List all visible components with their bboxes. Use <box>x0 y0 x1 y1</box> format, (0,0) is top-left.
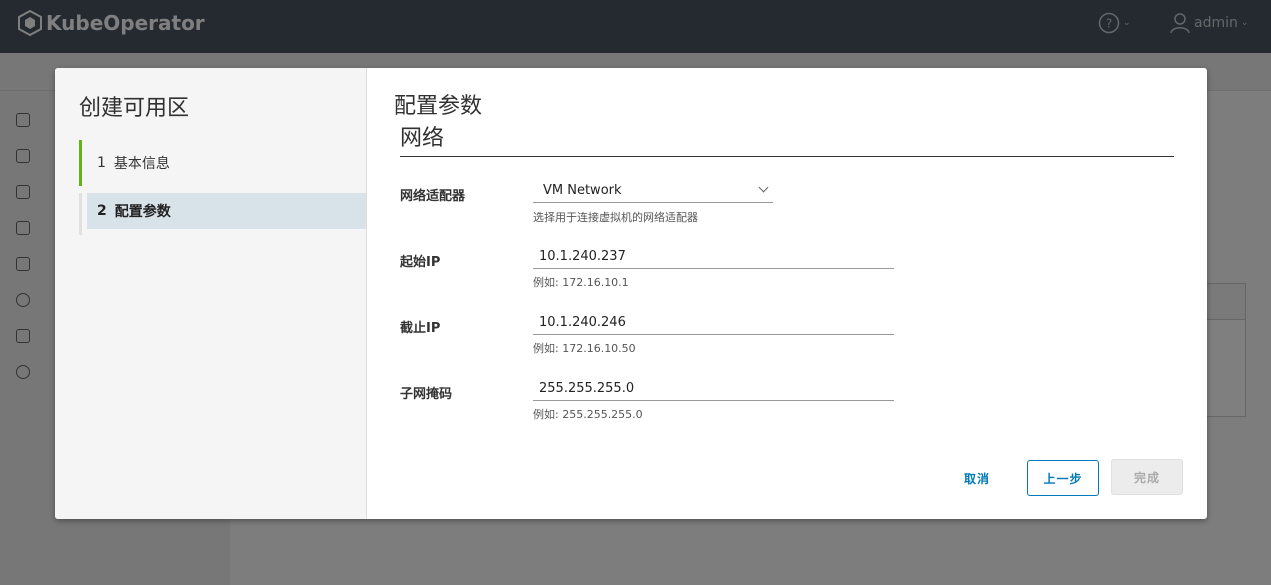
step-label: 配置参数 <box>114 204 171 220</box>
netmask-label: 子网掩码 <box>400 387 453 402</box>
step-label: 基本信息 <box>113 156 170 172</box>
page-title: 配置参数 <box>394 94 483 119</box>
start-ip-helper: 例如: 172.16.10.1 <box>533 276 629 289</box>
step-number: 2 <box>97 203 107 219</box>
chevron-down-icon <box>758 182 769 193</box>
end-ip-label: 截止IP <box>400 321 441 336</box>
select-value: VM Network <box>543 183 622 198</box>
wizard-stepnav: 创建可用区 1 基本信息 2 配置参数 <box>55 68 367 519</box>
netmask-input[interactable]: 255.255.255.0 <box>533 375 894 401</box>
netmask-helper: 例如: 255.255.255.0 <box>533 408 643 421</box>
adapter-helper: 选择用于连接虚拟机的网络适配器 <box>533 211 698 224</box>
start-ip-input[interactable]: 10.1.240.237 <box>533 243 894 269</box>
adapter-label: 网络适配器 <box>400 189 466 204</box>
step-number: 1 <box>97 155 106 171</box>
network-adapter-select[interactable]: VM Network <box>533 177 773 203</box>
end-ip-input[interactable]: 10.1.240.246 <box>533 309 894 335</box>
start-ip-label: 起始IP <box>400 255 441 270</box>
finish-button[interactable]: 完成 <box>1111 459 1183 495</box>
wizard-title: 创建可用区 <box>79 96 190 121</box>
end-ip-helper: 例如: 172.16.10.50 <box>533 342 636 355</box>
wizard-step-config-params[interactable]: 2 配置参数 <box>87 193 366 229</box>
create-zone-wizard: 创建可用区 1 基本信息 2 配置参数 配置参数 网络 网络适配器 VM Net… <box>55 68 1207 519</box>
previous-button[interactable]: 上一步 <box>1027 460 1099 496</box>
step-rail <box>79 193 82 235</box>
wizard-content: 配置参数 网络 网络适配器 VM Network 选择用于连接虚拟机的网络适配器… <box>367 68 1207 519</box>
wizard-step-basic-info[interactable]: 1 基本信息 <box>79 140 367 186</box>
cancel-button[interactable]: 取消 <box>947 460 1007 496</box>
section-title: 网络 <box>400 120 1174 157</box>
